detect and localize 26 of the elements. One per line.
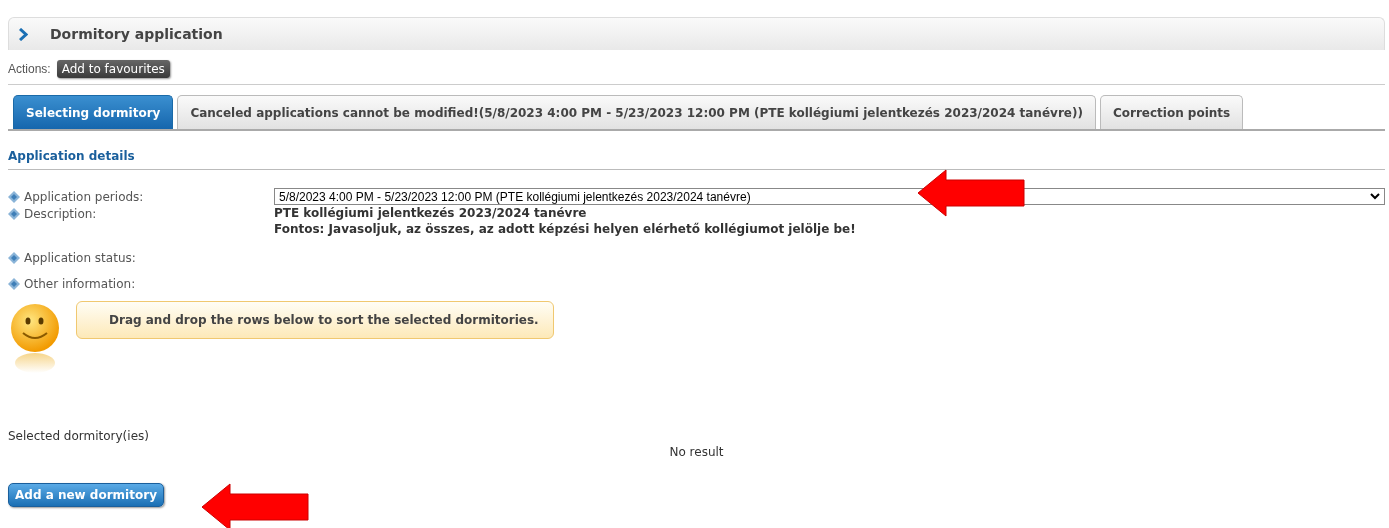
chevron-icon xyxy=(19,27,28,41)
bullet-icon xyxy=(8,190,20,203)
page-title: Dormitory application xyxy=(50,26,223,42)
bullet-icon xyxy=(8,207,20,220)
arrow-icon xyxy=(916,168,1028,218)
field-label: Description: xyxy=(24,206,97,221)
tab[interactable]: Canceled applications cannot be modified!(5/8/2023 4:00 PM - 5/23/2023 12:00 PM (PTE kollégiumi jelentkezés 2023/2024 tanévre)) xyxy=(177,95,1096,129)
hint-tooltip: Drag and drop the rows below to sort the selected dormitories. xyxy=(76,301,554,339)
bullet-icon xyxy=(8,251,20,264)
tab[interactable]: Selecting dormitory xyxy=(13,95,174,129)
field-label: Application periods: xyxy=(24,189,144,204)
add-to-favourites-button[interactable]: Add to favourites xyxy=(56,60,170,78)
arrow-icon xyxy=(200,482,312,528)
list-label: Selected dormitory(ies) xyxy=(8,429,150,443)
dropdown-icon xyxy=(1370,193,1380,200)
tab[interactable]: Correction points xyxy=(1099,95,1244,129)
description-text: PTE kollégiumi jelentkezés 2023/2024 tanévre xyxy=(274,205,588,221)
add-dormitory-button[interactable]: Add a new dormitory xyxy=(8,483,164,507)
empty-message: No result xyxy=(669,445,724,459)
field-label: Other information: xyxy=(24,276,136,291)
period-select[interactable]: 5/8/2023 4:00 PM - 5/23/2023 12:00 PM (PTE kollégiumi jelentkezés 2023/2024 tanévre) xyxy=(274,188,1385,205)
bullet-icon xyxy=(8,277,20,290)
section-title: Application details xyxy=(8,131,1385,170)
description-text: Fontos: Javasoljuk, az összes, az adott képzési helyen elérhető kollégiumot jelölje be! xyxy=(274,221,857,237)
actions-label: Actions: xyxy=(8,62,51,76)
field-label: Application status: xyxy=(24,250,136,265)
